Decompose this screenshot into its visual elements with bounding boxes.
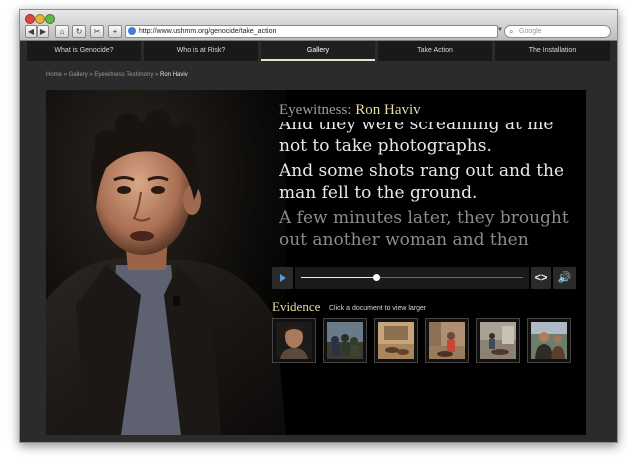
next-icon[interactable]: > xyxy=(541,272,547,284)
breadcrumb-link-eyewitness[interactable]: Eyewitness Testimony xyxy=(94,72,153,78)
transcript-line: And they were screaming at me xyxy=(279,122,554,134)
play-button[interactable] xyxy=(272,267,293,289)
breadcrumb-current: Ron Haviv xyxy=(160,72,188,78)
volume-button[interactable]: 🔊 xyxy=(553,267,576,289)
progress-fill xyxy=(301,277,375,278)
evidence-title: Evidence xyxy=(272,299,321,314)
breadcrumb-separator: » xyxy=(89,72,93,78)
breadcrumb-separator: » xyxy=(155,72,159,78)
transcript-line: And some shots rang out and the man fell… xyxy=(279,161,565,203)
progress-handle[interactable] xyxy=(373,274,381,281)
snip-button[interactable]: ✂ xyxy=(90,25,104,38)
transcript-panel: And they were screaming at me not to tak… xyxy=(279,122,579,252)
address-bar[interactable]: http://www.ushmm.org/genocide/take_actio… xyxy=(125,25,498,38)
search-input[interactable]: ⌕ Google xyxy=(504,25,611,38)
eyewitness-prefix: Eyewitness: xyxy=(279,102,352,118)
speaker-video-frame[interactable] xyxy=(46,90,286,435)
evidence-thumbnail[interactable] xyxy=(527,318,571,363)
video-player-controls: <> 🔊 xyxy=(272,267,576,289)
evidence-thumbnail[interactable] xyxy=(323,318,367,363)
tab-what-is-genocide[interactable]: What is Genocide? xyxy=(27,41,141,61)
volume-icon: 🔊 xyxy=(557,272,572,284)
evidence-thumbnails xyxy=(272,318,576,364)
evidence-thumbnail[interactable] xyxy=(374,318,418,363)
evidence-thumbnail[interactable] xyxy=(476,318,520,363)
site-navigation: What is Genocide? Who is at Risk? Galler… xyxy=(27,41,610,61)
transcript-line: A few minutes later, they brought out an… xyxy=(279,208,569,250)
tab-who-is-at-risk[interactable]: Who is at Risk? xyxy=(144,41,258,61)
breadcrumb-separator: » xyxy=(63,72,68,78)
minimize-window-icon[interactable] xyxy=(35,14,45,24)
play-icon xyxy=(280,274,286,282)
tab-the-installation[interactable]: The Installation xyxy=(495,41,610,61)
eyewitness-name: Ron Haviv xyxy=(355,102,421,118)
browser-toolbar: ◀ ▶ ⌂ ↻ ✂ + http://www.ushmm.org/genocid… xyxy=(20,10,617,41)
browser-window: ◀ ▶ ⌂ ↻ ✂ + http://www.ushmm.org/genocid… xyxy=(19,9,618,443)
globe-icon xyxy=(128,27,136,35)
search-placeholder: Google xyxy=(519,28,542,35)
add-bookmark-button[interactable]: + xyxy=(108,25,122,38)
breadcrumb-link-gallery[interactable]: Gallery xyxy=(69,72,88,78)
back-button[interactable]: ◀ xyxy=(25,25,37,38)
evidence-thumbnail[interactable] xyxy=(425,318,469,363)
tab-gallery[interactable]: Gallery xyxy=(261,41,375,61)
evidence-thumbnail[interactable] xyxy=(272,318,316,363)
tab-take-action[interactable]: Take Action xyxy=(378,41,492,61)
video-stage: Eyewitness: Ron Haviv And they were scre… xyxy=(46,90,586,435)
breadcrumb: Home » Gallery » Eyewitness Testimony » … xyxy=(46,72,188,78)
prev-next-controls[interactable]: <> xyxy=(531,267,551,289)
home-button[interactable]: ⌂ xyxy=(55,25,69,38)
progress-slider[interactable] xyxy=(295,267,529,289)
chevron-down-icon[interactable]: ▼ xyxy=(497,27,503,33)
transcript-line: not to take photographs. xyxy=(279,136,492,156)
search-icon: ⌕ xyxy=(509,27,514,36)
reload-button[interactable]: ↻ xyxy=(72,25,86,38)
zoom-window-icon[interactable] xyxy=(45,14,55,24)
eyewitness-heading: Eyewitness: Ron Haviv xyxy=(279,102,421,119)
close-window-icon[interactable] xyxy=(25,14,35,24)
breadcrumb-link-home[interactable]: Home xyxy=(46,72,62,78)
evidence-hint: Click a document to view larger xyxy=(329,305,427,312)
address-url[interactable]: http://www.ushmm.org/genocide/take_actio… xyxy=(139,26,276,37)
forward-button[interactable]: ▶ xyxy=(37,25,49,38)
